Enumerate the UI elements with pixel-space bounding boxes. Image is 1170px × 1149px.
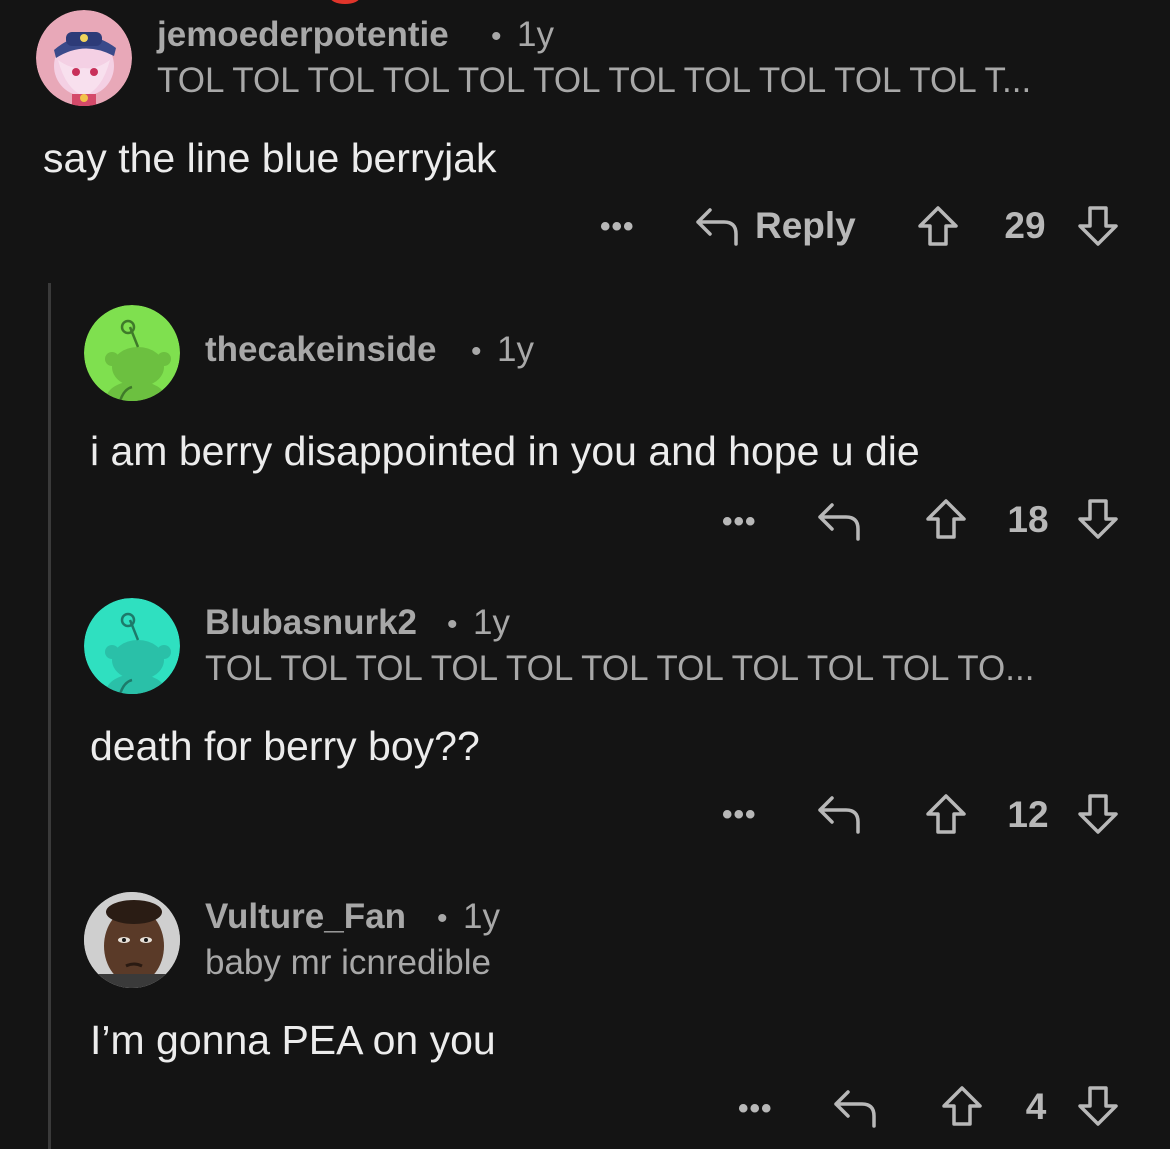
snoo-avatar-image bbox=[84, 598, 180, 694]
downvote-arrow-icon[interactable] bbox=[1076, 497, 1120, 541]
reply-button[interactable]: Reply bbox=[755, 205, 856, 247]
separator-dot: • bbox=[437, 902, 448, 935]
user-flair: TOL TOL TOL TOL TOL TOL TOL TOL TOL TOL … bbox=[157, 61, 1032, 100]
comment-body: death for berry boy?? bbox=[90, 723, 480, 769]
username[interactable]: Blubasnurk2 bbox=[205, 603, 417, 643]
upvote-arrow-icon[interactable] bbox=[924, 792, 968, 836]
separator-dot: • bbox=[471, 335, 482, 368]
username[interactable]: thecakeinside bbox=[205, 330, 437, 370]
timestamp: 1y bbox=[517, 15, 554, 54]
username[interactable]: Vulture_Fan bbox=[205, 897, 406, 937]
reply-arrow-icon[interactable] bbox=[816, 792, 862, 836]
snoo-avatar-image bbox=[84, 305, 180, 401]
notification-dot bbox=[330, 0, 360, 4]
reply-arrow-icon[interactable] bbox=[694, 204, 740, 248]
vote-count: 4 bbox=[1025, 1086, 1047, 1127]
avatar[interactable] bbox=[36, 10, 132, 106]
comment-body: i am berry disappointed in you and hope … bbox=[90, 428, 920, 474]
more-options-button[interactable]: ••• bbox=[722, 798, 757, 832]
more-options-button[interactable]: ••• bbox=[738, 1092, 773, 1126]
photo-avatar-image bbox=[84, 892, 180, 988]
comment-body: say the line blue berryjak bbox=[43, 135, 497, 181]
timestamp: 1y bbox=[473, 603, 510, 642]
username[interactable]: jemoederpotentie bbox=[157, 15, 449, 55]
upvote-arrow-icon[interactable] bbox=[916, 204, 960, 248]
vote-count: 29 bbox=[1004, 205, 1046, 246]
timestamp: 1y bbox=[463, 897, 500, 936]
separator-dot: • bbox=[447, 608, 458, 641]
avatar[interactable] bbox=[84, 598, 180, 694]
vote-count: 18 bbox=[1007, 499, 1049, 540]
more-options-button[interactable]: ••• bbox=[600, 210, 635, 244]
separator-dot: • bbox=[491, 20, 502, 53]
downvote-arrow-icon[interactable] bbox=[1076, 792, 1120, 836]
thread-collapse-line[interactable] bbox=[48, 283, 51, 1149]
avatar[interactable] bbox=[84, 892, 180, 988]
anime-avatar-image bbox=[36, 10, 132, 106]
user-flair: baby mr icnredible bbox=[205, 943, 491, 982]
user-flair: TOL TOL TOL TOL TOL TOL TOL TOL TOL TOL … bbox=[205, 649, 1035, 688]
comment-body: I’m gonna PEA on you bbox=[90, 1017, 496, 1063]
downvote-arrow-icon[interactable] bbox=[1076, 204, 1120, 248]
timestamp: 1y bbox=[497, 330, 534, 369]
vote-count: 12 bbox=[1007, 794, 1049, 835]
avatar[interactable] bbox=[84, 305, 180, 401]
upvote-arrow-icon[interactable] bbox=[924, 497, 968, 541]
comment-thread: jemoederpotentie • 1y TOL TOL TOL TOL TO… bbox=[0, 0, 1170, 1149]
downvote-arrow-icon[interactable] bbox=[1076, 1084, 1120, 1128]
upvote-arrow-icon[interactable] bbox=[940, 1084, 984, 1128]
more-options-button[interactable]: ••• bbox=[722, 505, 757, 539]
reply-arrow-icon[interactable] bbox=[832, 1086, 878, 1130]
reply-arrow-icon[interactable] bbox=[816, 499, 862, 543]
